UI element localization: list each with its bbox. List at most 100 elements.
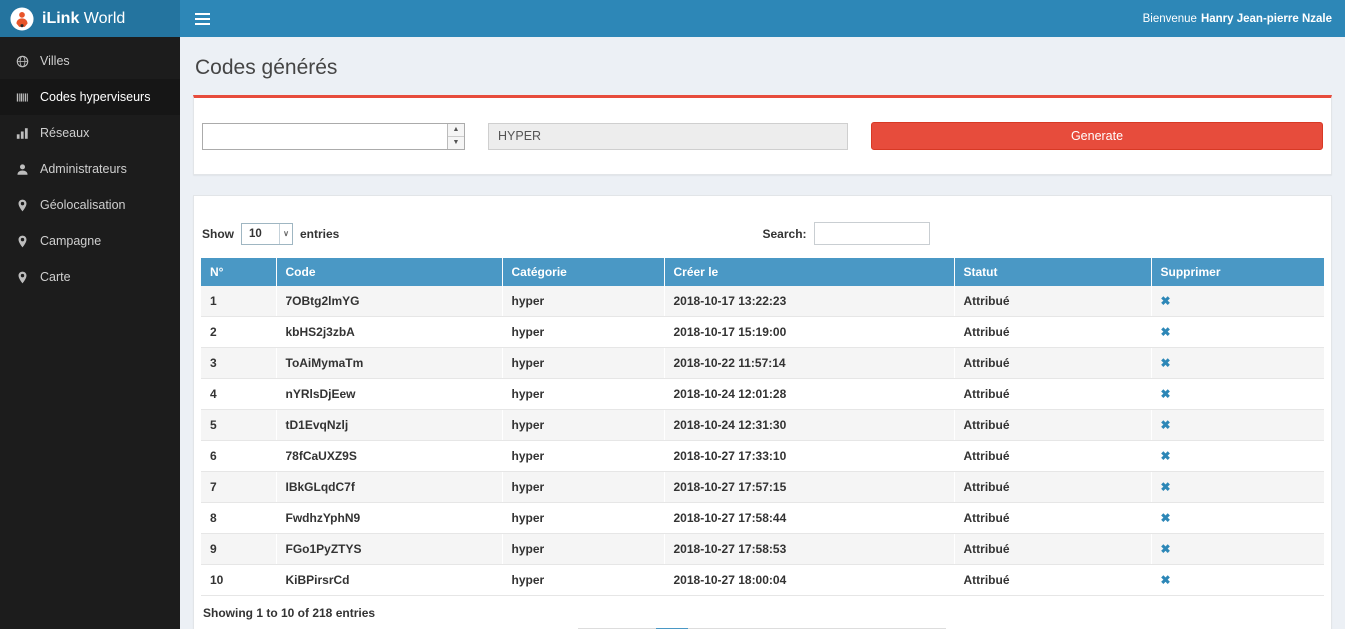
top-navbar: iLink World Bienvenue Hanry Jean-pierre … xyxy=(0,0,1345,37)
cell-created: 2018-10-27 17:33:10 xyxy=(664,441,954,472)
cell-status: Attribué xyxy=(954,534,1151,565)
sidebar-item-administrateurs[interactable]: Administrateurs xyxy=(0,151,180,187)
cell-delete: ✖ xyxy=(1151,348,1324,379)
cell-delete: ✖ xyxy=(1151,534,1324,565)
cell-code: 7OBtg2lmYG xyxy=(276,286,502,317)
sidebar-menu: Villes Codes hyperviseurs Réseaux Administr… xyxy=(0,43,180,295)
cell-code: tD1EvqNzlj xyxy=(276,410,502,441)
page-title: Codes générés xyxy=(195,56,1332,80)
search-label: Search: xyxy=(763,227,807,241)
generate-form-panel: ▲ ▼ Generate xyxy=(193,95,1332,175)
sidebar-item-label: Réseaux xyxy=(40,126,89,140)
cell-status: Attribué xyxy=(954,565,1151,596)
cell-code: nYRlsDjEew xyxy=(276,379,502,410)
cell-category: hyper xyxy=(502,410,664,441)
delete-code-button[interactable]: ✖ xyxy=(1161,542,1171,556)
cell-created: 2018-10-22 11:57:14 xyxy=(664,348,954,379)
cell-code: KiBPirsrCd xyxy=(276,565,502,596)
cell-category: hyper xyxy=(502,348,664,379)
search-input[interactable] xyxy=(814,222,930,245)
cell-num: 6 xyxy=(201,441,276,472)
entries-label: entries xyxy=(300,227,339,241)
quantity-input[interactable]: ▲ ▼ xyxy=(202,123,465,150)
sidebar-item-label: Villes xyxy=(40,54,70,68)
cell-delete: ✖ xyxy=(1151,379,1324,410)
map-marker-icon xyxy=(16,235,30,248)
sidebar-toggle-button[interactable] xyxy=(180,0,224,37)
stepper-up-icon[interactable]: ▲ xyxy=(448,124,464,137)
cell-category: hyper xyxy=(502,441,664,472)
hamburger-icon xyxy=(195,13,210,15)
category-input[interactable] xyxy=(488,123,848,150)
stepper-down-icon[interactable]: ▼ xyxy=(448,137,464,149)
delete-code-button[interactable]: ✖ xyxy=(1161,418,1171,432)
delete-code-button[interactable]: ✖ xyxy=(1161,356,1171,370)
cell-code: FwdhzYphN9 xyxy=(276,503,502,534)
map-marker-icon xyxy=(16,271,30,284)
cell-code: IBkGLqdC7f xyxy=(276,472,502,503)
cell-num: 2 xyxy=(201,317,276,348)
delete-code-button[interactable]: ✖ xyxy=(1161,294,1171,308)
sidebar-item-campagne[interactable]: Campagne xyxy=(0,223,180,259)
delete-code-button[interactable]: ✖ xyxy=(1161,387,1171,401)
column-header-num[interactable]: N° xyxy=(201,258,276,286)
codes-table: N°CodeCatégorieCréer leStatutSupprimer 1… xyxy=(201,258,1324,596)
main-content: Codes générés ▲ ▼ Generate Show 10 ∨ en xyxy=(180,37,1345,629)
delete-code-button[interactable]: ✖ xyxy=(1161,480,1171,494)
cell-status: Attribué xyxy=(954,410,1151,441)
generate-button[interactable]: Generate xyxy=(871,122,1323,150)
map-marker-icon xyxy=(16,199,30,212)
column-header-code[interactable]: Code xyxy=(276,258,502,286)
cell-num: 9 xyxy=(201,534,276,565)
cell-code: 78fCaUXZ9S xyxy=(276,441,502,472)
column-header-category[interactable]: Catégorie xyxy=(502,258,664,286)
sidebar-item-label: Administrateurs xyxy=(40,162,127,176)
table-row: 17OBtg2lmYGhyper2018-10-17 13:22:23Attri… xyxy=(201,286,1324,317)
cell-created: 2018-10-17 15:19:00 xyxy=(664,317,954,348)
search-control: Search: xyxy=(763,222,1324,245)
cell-code: ToAiMymaTm xyxy=(276,348,502,379)
cell-delete: ✖ xyxy=(1151,503,1324,534)
table-row: 4nYRlsDjEewhyper2018-10-24 12:01:28Attri… xyxy=(201,379,1324,410)
cell-created: 2018-10-27 17:58:53 xyxy=(664,534,954,565)
sidebar-item-geolocalisation[interactable]: Géolocalisation xyxy=(0,187,180,223)
quantity-stepper[interactable]: ▲ ▼ xyxy=(447,124,464,149)
delete-code-button[interactable]: ✖ xyxy=(1161,449,1171,463)
cell-delete: ✖ xyxy=(1151,286,1324,317)
sidebar-item-label: Campagne xyxy=(40,234,101,248)
column-header-created[interactable]: Créer le xyxy=(664,258,954,286)
table-row: 10KiBPirsrCdhyper2018-10-27 18:00:04Attr… xyxy=(201,565,1324,596)
cell-category: hyper xyxy=(502,503,664,534)
column-header-status[interactable]: Statut xyxy=(954,258,1151,286)
user-name: Hanry Jean-pierre Nzale xyxy=(1201,13,1332,25)
cell-delete: ✖ xyxy=(1151,317,1324,348)
cell-num: 3 xyxy=(201,348,276,379)
page-length-control: Show 10 ∨ entries xyxy=(202,222,763,245)
cell-num: 8 xyxy=(201,503,276,534)
show-label: Show xyxy=(202,227,234,241)
brand[interactable]: iLink World xyxy=(0,0,180,37)
sidebar-item-carte[interactable]: Carte xyxy=(0,259,180,295)
column-header-delete[interactable]: Supprimer xyxy=(1151,258,1324,286)
quantity-field[interactable] xyxy=(203,124,447,149)
sidebar-item-villes[interactable]: Villes xyxy=(0,43,180,79)
cell-num: 4 xyxy=(201,379,276,410)
cell-status: Attribué xyxy=(954,441,1151,472)
delete-code-button[interactable]: ✖ xyxy=(1161,573,1171,587)
cell-created: 2018-10-24 12:01:28 xyxy=(664,379,954,410)
cell-status: Attribué xyxy=(954,379,1151,410)
table-row: 7IBkGLqdC7fhyper2018-10-27 17:57:15Attri… xyxy=(201,472,1324,503)
sidebar-item-reseaux[interactable]: Réseaux xyxy=(0,115,180,151)
cell-created: 2018-10-24 12:31:30 xyxy=(664,410,954,441)
page-size-select[interactable]: 10 ∨ xyxy=(241,223,293,245)
cell-num: 5 xyxy=(201,410,276,441)
delete-code-button[interactable]: ✖ xyxy=(1161,325,1171,339)
table-row: 3ToAiMymaTmhyper2018-10-22 11:57:14Attri… xyxy=(201,348,1324,379)
app-logo-icon xyxy=(10,7,34,31)
sidebar-item-codes-hyperviseurs[interactable]: Codes hyperviseurs xyxy=(0,79,180,115)
cell-created: 2018-10-27 17:58:44 xyxy=(664,503,954,534)
cell-created: 2018-10-27 18:00:04 xyxy=(664,565,954,596)
cell-category: hyper xyxy=(502,565,664,596)
cell-created: 2018-10-27 17:57:15 xyxy=(664,472,954,503)
delete-code-button[interactable]: ✖ xyxy=(1161,511,1171,525)
